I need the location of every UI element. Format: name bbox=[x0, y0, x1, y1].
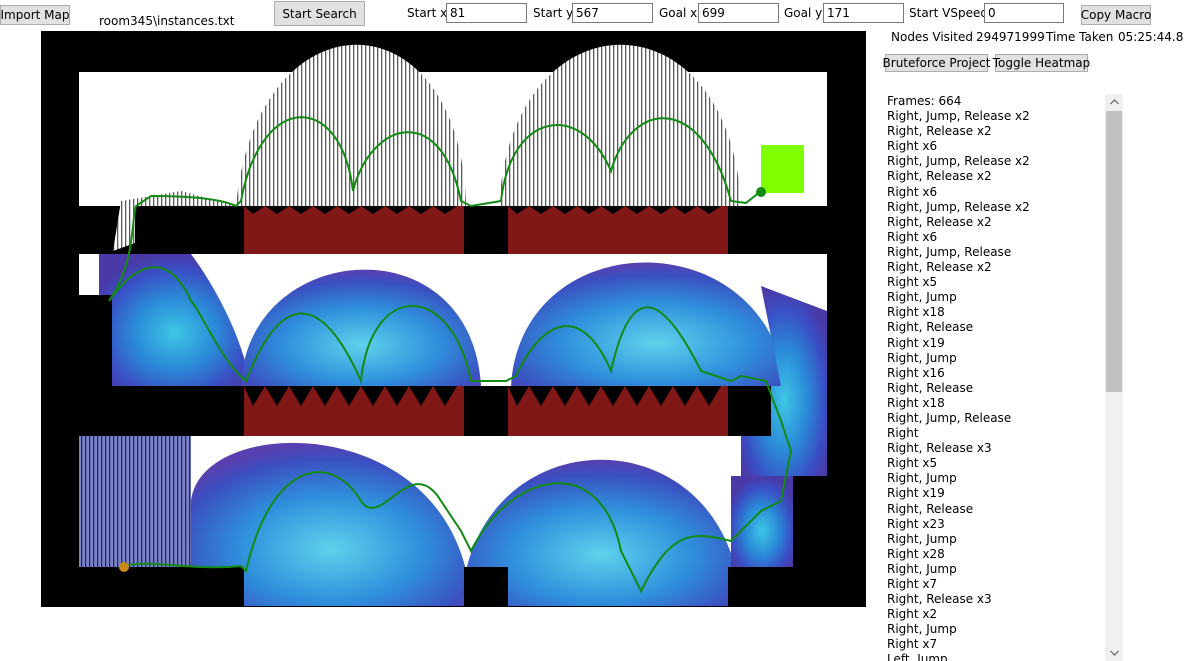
macro-line: Frames: 664 bbox=[887, 94, 962, 108]
goal-x-label: Goal x bbox=[659, 6, 698, 20]
goal-y-label: Goal y bbox=[784, 6, 823, 20]
start-y-field[interactable] bbox=[572, 3, 653, 23]
macro-line: Right x18 bbox=[887, 305, 945, 320]
heatmap-bottom-1 bbox=[79, 436, 191, 567]
macro-line: Right, Jump bbox=[887, 350, 957, 365]
macro-line: Right, Release x2 bbox=[887, 169, 992, 184]
macro-line: Right, Release x2 bbox=[887, 260, 992, 275]
macro-line: Right x5 bbox=[887, 456, 938, 471]
macro-line: Right, Jump bbox=[887, 471, 957, 486]
macro-line: Right x19 bbox=[887, 486, 945, 501]
macro-line: Right, Release x2 bbox=[887, 124, 992, 139]
macro-line: Right, Jump bbox=[887, 561, 957, 576]
file-name-label: room345\instances.txt bbox=[99, 14, 235, 28]
macro-line: Right, Jump, Release bbox=[887, 244, 1012, 259]
macro-line: Right, Release bbox=[887, 501, 974, 516]
macro-line: Right x19 bbox=[887, 335, 945, 350]
macro-line: Right, Release bbox=[887, 320, 974, 335]
macro-line: Right x7 bbox=[887, 637, 938, 652]
macro-line: Right x16 bbox=[887, 365, 945, 380]
macro-scrollbar[interactable] bbox=[1105, 94, 1123, 661]
start-vspeed-field[interactable] bbox=[984, 3, 1064, 23]
import-map-button[interactable]: Import Map bbox=[0, 5, 70, 25]
macro-line: Right, Release x2 bbox=[887, 214, 992, 229]
start-search-button[interactable]: Start Search bbox=[274, 1, 365, 26]
macro-line: Right, Jump bbox=[887, 622, 957, 637]
start-marker bbox=[119, 562, 129, 572]
chevron-down-icon[interactable] bbox=[1105, 645, 1123, 661]
goal-x-field[interactable] bbox=[698, 3, 779, 23]
macro-line: Right, Jump bbox=[887, 290, 957, 305]
goal-y-field[interactable] bbox=[823, 3, 904, 23]
start-x-field[interactable] bbox=[446, 3, 527, 23]
start-x-label: Start x bbox=[407, 6, 448, 20]
toggle-heatmap-button[interactable]: Toggle Heatmap bbox=[993, 54, 1090, 72]
macro-line: Left, Jump bbox=[887, 652, 948, 661]
time-taken-value: 05:25:44.84 bbox=[1118, 30, 1184, 44]
macro-line: Right, Jump, Release x2 bbox=[887, 154, 1030, 169]
macro-line: Right, Jump bbox=[887, 531, 957, 546]
nodes-visited-value: 294971999 bbox=[976, 30, 1045, 44]
macro-line: Right, Jump, Release x2 bbox=[887, 199, 1030, 214]
macro-list[interactable]: Frames: 664 Right, Jump, Release x2 Right,… bbox=[887, 94, 1102, 661]
macro-line: Right, Jump, Release bbox=[887, 410, 1012, 425]
macro-line: Right x18 bbox=[887, 395, 945, 410]
chevron-up-icon[interactable] bbox=[1105, 94, 1123, 110]
macro-line: Right, Release x3 bbox=[887, 441, 992, 456]
time-taken-label: Time Taken bbox=[1046, 30, 1114, 44]
copy-macro-button[interactable]: Copy Macro bbox=[1081, 5, 1151, 25]
scrollbar-thumb[interactable] bbox=[1106, 111, 1122, 392]
macro-line: Right x5 bbox=[887, 275, 938, 290]
macro-line: Right x6 bbox=[887, 184, 938, 199]
nodes-visited-label: Nodes Visited bbox=[891, 30, 973, 44]
macro-line: Right x2 bbox=[887, 607, 938, 622]
start-vspeed-label: Start VSpeed bbox=[909, 6, 988, 20]
macro-line: Right x6 bbox=[887, 139, 938, 154]
goal-marker bbox=[761, 145, 804, 193]
macro-line: Right, Jump, Release x2 bbox=[887, 109, 1030, 124]
map-canvas[interactable] bbox=[41, 31, 866, 607]
macro-line: Right x28 bbox=[887, 546, 945, 561]
start-y-label: Start y bbox=[533, 6, 574, 20]
macro-line: Right bbox=[887, 426, 919, 441]
macro-line: Right, Release bbox=[887, 380, 974, 395]
goal-reached-dot bbox=[756, 187, 766, 197]
macro-line: Right, Release x3 bbox=[887, 592, 992, 607]
bruteforce-project-button[interactable]: Bruteforce Project bbox=[883, 54, 990, 72]
macro-line: Right x23 bbox=[887, 516, 945, 531]
macro-line: Right x7 bbox=[887, 577, 938, 591]
macro-line: Right x6 bbox=[887, 229, 938, 244]
